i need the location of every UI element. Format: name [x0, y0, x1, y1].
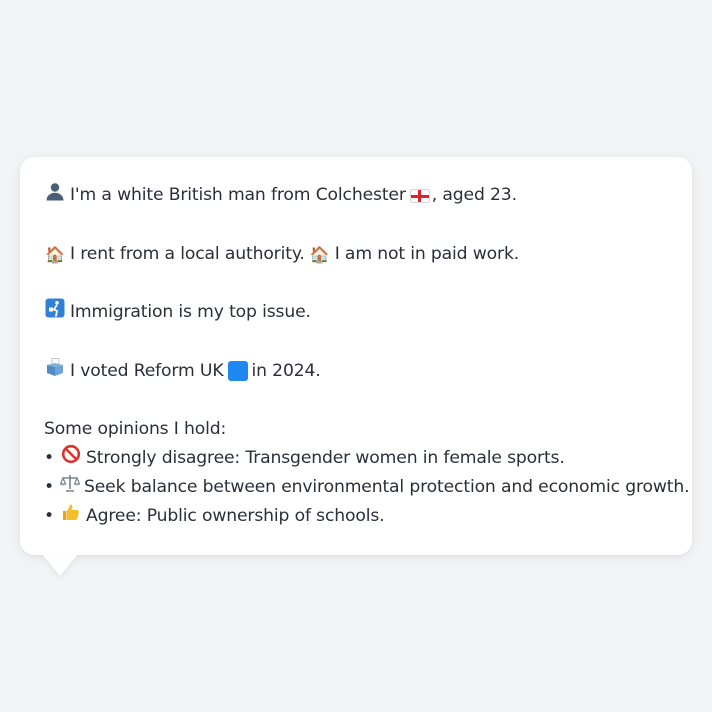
opinion-item: • Agree: Public ownership of schools. — [44, 502, 668, 531]
passport-control-icon — [44, 298, 66, 327]
vote-line: I voted Reform UK in 2024. — [44, 357, 668, 386]
message-bubble: I'm a white British man from Colchester … — [20, 157, 692, 555]
opinion-text: Seek balance between environmental prote… — [84, 477, 690, 497]
prohibited-icon — [60, 444, 82, 473]
identity-age-text: , aged 23. — [431, 185, 517, 205]
identity-line: I'm a white British man from Colchester … — [44, 181, 668, 210]
employment-text: I am not in paid work. — [334, 243, 520, 264]
house-icon: 🏠 — [45, 244, 65, 264]
bubble-tail — [42, 554, 78, 576]
identity-text: I'm a white British man from Colchester — [70, 185, 406, 205]
england-flag-icon — [409, 188, 430, 203]
opinion-text: Strongly disagree: Transgender women in … — [86, 448, 565, 468]
bullet: • — [44, 506, 54, 526]
housing-line: 🏠 I rent from a local authority. 🏠 I am … — [44, 240, 668, 269]
person-silhouette-icon — [44, 181, 66, 210]
vote-text: I voted Reform UK — [70, 360, 224, 381]
bullet: • — [44, 477, 54, 497]
housing-text: I rent from a local authority. — [70, 243, 305, 264]
blue-square-icon — [227, 361, 248, 381]
vote-year-text: in 2024. — [251, 360, 321, 381]
top-issue-line: Immigration is my top issue. — [44, 298, 668, 327]
thumbs-up-icon — [60, 502, 82, 531]
opinion-item: • Strongly disagree: Transgender women i… — [44, 444, 668, 473]
house-icon: 🏠 — [309, 244, 330, 264]
opinions-heading: Some opinions I hold: — [44, 419, 227, 439]
opinion-text: Agree: Public ownership of schools. — [86, 506, 385, 526]
opinion-item: • Seek balance between environmental pro… — [44, 473, 690, 502]
top-issue-text: Immigration is my top issue. — [70, 302, 311, 322]
ballot-box-icon — [44, 357, 66, 386]
balance-scale-icon — [59, 473, 81, 502]
bullet: • — [44, 448, 54, 468]
